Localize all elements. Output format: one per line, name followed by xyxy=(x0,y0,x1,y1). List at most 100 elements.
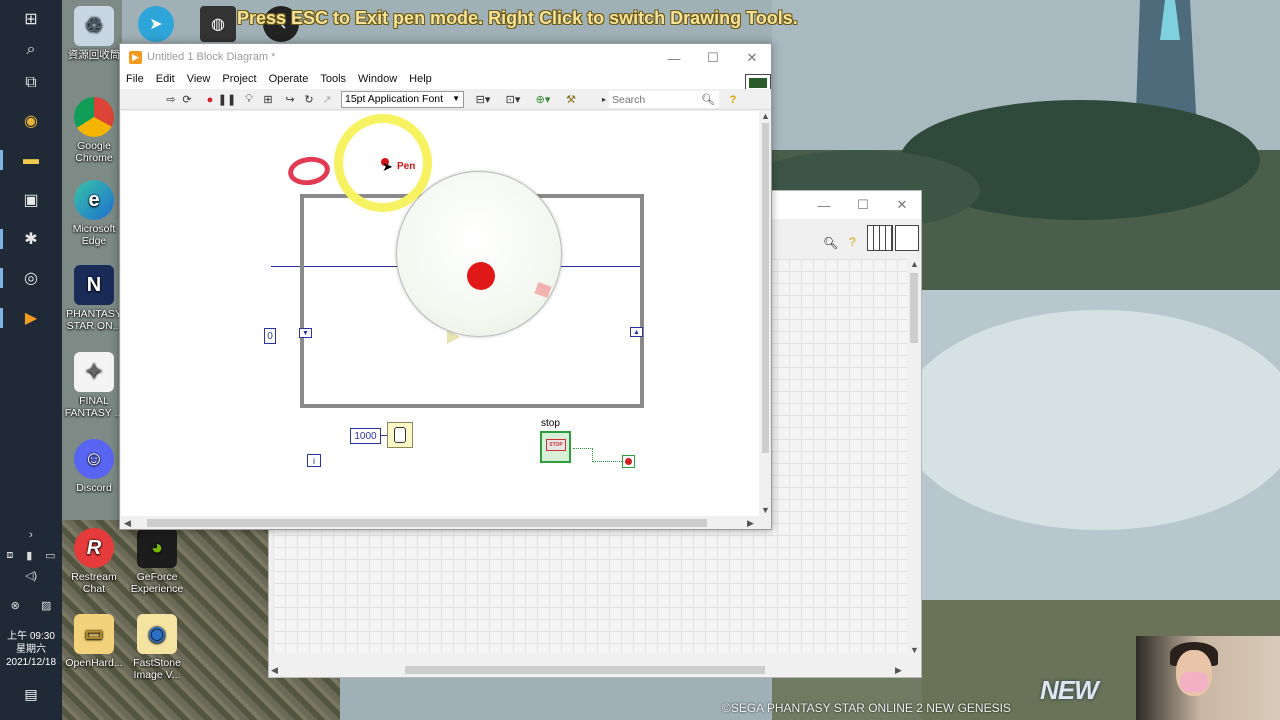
task-view-button[interactable]: ⧉ xyxy=(0,64,62,102)
retain-wire-values-icon[interactable]: ⊞ xyxy=(261,92,275,107)
desktop-icon-faststone[interactable]: ◉ FastStone Image V... xyxy=(125,614,189,681)
numeric-constant-zero[interactable]: 0 xyxy=(264,328,276,344)
scroll-up-icon[interactable]: ▲ xyxy=(910,259,919,269)
menu-help[interactable]: Help xyxy=(403,71,438,89)
tray-app-icon[interactable]: ⧈ xyxy=(6,549,13,562)
diagram-horizontal-scrollbar[interactable]: ◀ ▶ xyxy=(121,517,759,529)
iteration-terminal[interactable]: i xyxy=(307,454,321,467)
diagram-vertical-scrollbar[interactable]: ▲ ▼ xyxy=(760,111,771,517)
taskbar-chrome[interactable]: ◉ xyxy=(0,102,62,140)
menu-project[interactable]: Project xyxy=(216,71,262,89)
taskbar-app-3[interactable]: ◎ xyxy=(0,259,62,297)
scroll-up-icon[interactable]: ▲ xyxy=(761,111,770,121)
chevron-right-icon[interactable]: › xyxy=(29,529,33,541)
pause-icon[interactable]: ❚❚ xyxy=(218,92,236,107)
front-panel-vertical-scrollbar[interactable]: ▲ ▼ xyxy=(907,259,921,659)
menu-operate[interactable]: Operate xyxy=(263,71,315,89)
disk-tool-icon[interactable]: ◍ xyxy=(200,6,236,42)
desktop-icon-edge[interactable]: e Microsoft Edge xyxy=(62,180,126,247)
reorder-icon[interactable]: ⊕▾ xyxy=(532,92,554,107)
minimize-button[interactable]: — xyxy=(804,191,844,219)
connector-pane-icon[interactable] xyxy=(867,225,893,251)
volume-icon[interactable]: ◁) xyxy=(25,569,37,582)
boolean-wire[interactable] xyxy=(592,461,622,462)
scroll-down-icon[interactable]: ▼ xyxy=(910,645,919,655)
loop-condition-terminal[interactable] xyxy=(622,455,635,468)
scroll-thumb[interactable] xyxy=(910,273,918,343)
taskbar-labview[interactable]: ▶ xyxy=(0,299,62,337)
desktop-icon-restream[interactable]: R Restream Chat xyxy=(62,528,126,595)
pen-label: Pen xyxy=(397,161,416,172)
clock-date: 2021/12/18 xyxy=(5,657,57,668)
scroll-thumb[interactable] xyxy=(405,666,765,674)
notification-icon[interactable]: ▤ xyxy=(21,686,41,704)
distribute-objects-icon[interactable]: ⊡▾ xyxy=(502,92,524,107)
scroll-thumb[interactable] xyxy=(147,519,707,527)
run-continuously-icon[interactable]: ⟳ xyxy=(180,92,194,107)
maximize-button[interactable]: ☐ xyxy=(693,44,733,72)
numeric-constant-1000[interactable]: 1000 xyxy=(350,428,381,444)
scroll-right-icon[interactable]: ▶ xyxy=(895,665,902,676)
close-button[interactable]: ✕ xyxy=(882,191,922,219)
highlight-execution-icon[interactable]: 💡︎ xyxy=(242,92,256,107)
abort-icon[interactable]: ● xyxy=(203,92,217,107)
search-icon[interactable]: 🔍︎ xyxy=(823,236,838,250)
maximize-button[interactable]: ☐ xyxy=(843,191,883,219)
step-out-icon[interactable]: ↗ xyxy=(320,92,334,107)
shift-register-right[interactable]: ▲ xyxy=(630,327,643,337)
desktop-icon-chrome[interactable]: Google Chrome xyxy=(62,97,126,164)
scroll-down-icon[interactable]: ▼ xyxy=(761,505,770,515)
menu-file[interactable]: File xyxy=(120,71,150,89)
block-diagram-window[interactable]: ▶ Untitled 1 Block Diagram * — ☐ ✕ File … xyxy=(119,43,772,530)
taskbar-app-1[interactable]: ▣ xyxy=(0,181,62,219)
front-panel-horizontal-scrollbar[interactable]: ◀ ▶ xyxy=(269,663,905,677)
scroll-right-icon[interactable]: ▶ xyxy=(747,518,754,529)
display-icon[interactable]: ▭ xyxy=(45,549,55,562)
webcam-mask xyxy=(1180,672,1208,692)
taskbar-file-explorer[interactable]: ▬ xyxy=(0,141,62,179)
microphone-icon[interactable]: ▮ xyxy=(26,549,32,562)
vi-icon[interactable] xyxy=(895,225,919,251)
stop-label[interactable]: stop xyxy=(541,418,560,429)
block-diagram-titlebar[interactable]: ▶ Untitled 1 Block Diagram * — ☐ ✕ xyxy=(120,44,771,71)
wait-ms-node[interactable] xyxy=(387,422,413,448)
media-icon: ◎ xyxy=(24,270,38,287)
gear-icon: ✱ xyxy=(24,231,38,248)
scroll-left-icon[interactable]: ◀ xyxy=(124,518,131,529)
boolean-wire[interactable] xyxy=(573,448,593,449)
help-icon[interactable]: ? xyxy=(726,92,740,107)
close-circle-icon[interactable]: ⊗ xyxy=(11,599,20,612)
close-button[interactable]: ✕ xyxy=(732,44,772,72)
shift-register-left[interactable]: ▼ xyxy=(299,328,312,338)
scroll-left-icon[interactable]: ◀ xyxy=(271,665,278,676)
chevron-right-icon[interactable]: ▸ xyxy=(600,92,608,107)
desktop-icon-discord[interactable]: ☺ Discord xyxy=(62,439,126,494)
run-arrow-icon[interactable]: ⇨ xyxy=(164,92,178,107)
help-icon[interactable]: ? xyxy=(849,235,856,249)
pen-mode-banner: Press ESC to Exit pen mode. Right Click … xyxy=(237,8,798,28)
taskbar-clock[interactable]: 上午 09:30 星期六 2021/12/18 xyxy=(0,630,62,669)
scroll-thumb[interactable] xyxy=(762,123,769,453)
minimize-button[interactable]: — xyxy=(654,44,694,72)
stop-control-terminal[interactable]: STOP xyxy=(540,431,571,463)
step-over-icon[interactable]: ↻ xyxy=(302,92,316,107)
step-into-icon[interactable]: ↪ xyxy=(283,92,297,107)
desktop-icon-pso2[interactable]: N PHANTASY STAR ON... xyxy=(62,265,126,332)
desktop-icon-recycle-bin[interactable]: ♲ 資源回收筒 xyxy=(62,6,126,61)
align-objects-icon[interactable]: ⊟▾ xyxy=(472,92,494,107)
telegram-icon[interactable]: ➤ xyxy=(138,6,174,42)
search-icon[interactable]: 🔍︎ xyxy=(701,92,715,107)
menu-tools[interactable]: Tools xyxy=(314,71,352,89)
menu-view[interactable]: View xyxy=(181,71,217,89)
boolean-wire[interactable] xyxy=(592,448,593,462)
desktop-icon-ffxiv[interactable]: ✦ FINAL FANTASY ... xyxy=(62,352,126,419)
desktop-icon-geforce[interactable]: ◕ GeForce Experience xyxy=(125,528,189,595)
desktop-icon-openhardware[interactable]: ▭ OpenHard... xyxy=(62,614,126,669)
cleanup-diagram-icon[interactable]: ⚒ xyxy=(562,92,580,107)
font-select[interactable]: 15pt Application Font ▼ xyxy=(341,91,464,108)
taskbar-app-2[interactable]: ✱ xyxy=(0,220,62,258)
menu-window[interactable]: Window xyxy=(352,71,403,89)
desktop-icon-label: GeForce Experience xyxy=(130,571,184,595)
pen-tray-icon[interactable]: ▨ xyxy=(41,599,51,612)
menu-edit[interactable]: Edit xyxy=(150,71,181,89)
